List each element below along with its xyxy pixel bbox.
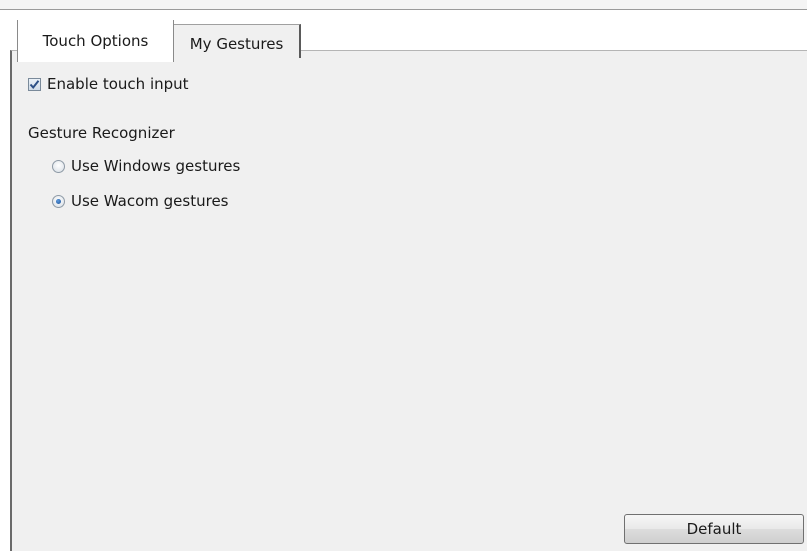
window-top-strip	[0, 0, 807, 10]
tab-strip: Touch Options My Gestures	[10, 10, 807, 62]
use-windows-gestures-option[interactable]: Use Windows gestures	[52, 157, 240, 175]
checkmark-icon	[29, 79, 40, 89]
tablet-properties-window: Touch Options My Gestures Enable touch i…	[0, 0, 807, 551]
tab-touch-options[interactable]: Touch Options	[17, 20, 174, 62]
default-button[interactable]: Default	[624, 514, 804, 544]
use-windows-gestures-radio[interactable]	[52, 159, 65, 173]
enable-touch-input-option[interactable]: Enable touch input	[28, 75, 189, 93]
tab-my-gestures[interactable]: My Gestures	[174, 24, 301, 58]
tab-touch-options-label: Touch Options	[42, 32, 149, 50]
tab-my-gestures-label: My Gestures	[189, 35, 284, 53]
use-windows-gestures-label: Use Windows gestures	[71, 157, 241, 175]
use-wacom-gestures-label: Use Wacom gestures	[71, 192, 229, 210]
use-wacom-gestures-radio[interactable]	[52, 194, 65, 208]
touch-options-panel: Enable touch input Gesture Recognizer Us…	[10, 50, 807, 551]
gesture-recognizer-heading: Gesture Recognizer	[28, 124, 175, 142]
enable-touch-input-label: Enable touch input	[47, 75, 189, 93]
enable-touch-input-checkbox[interactable]	[28, 77, 41, 91]
use-wacom-gestures-option[interactable]: Use Wacom gestures	[52, 192, 229, 210]
